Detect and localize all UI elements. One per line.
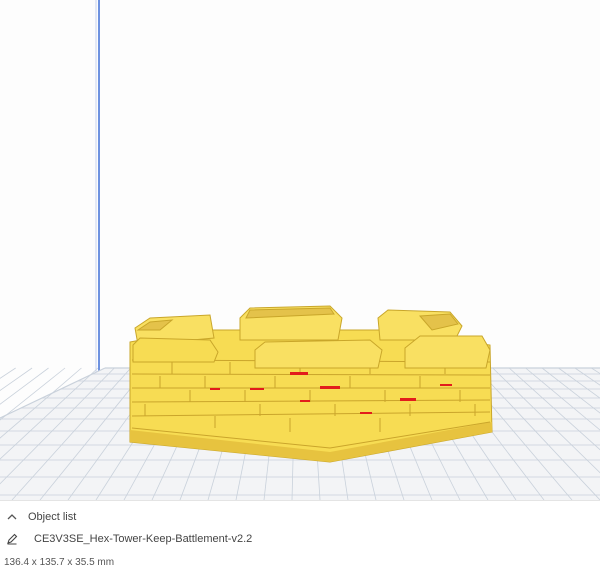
build-plate-scene xyxy=(0,0,600,500)
pencil-icon[interactable] xyxy=(6,533,18,545)
chevron-up-icon xyxy=(6,511,18,523)
3d-viewport[interactable] xyxy=(0,0,600,500)
object-list-panel: Object list CE3V3SE_Hex-Tower-Keep-Battl… xyxy=(0,500,600,574)
object-list-toggle[interactable]: Object list xyxy=(6,511,76,523)
object-name-row[interactable]: CE3V3SE_Hex-Tower-Keep-Battlement-v2.2 xyxy=(6,533,252,545)
hex-tower-battlement-model[interactable] xyxy=(130,306,492,462)
object-dimensions: 136.4 x 135.7 x 35.5 mm xyxy=(4,557,114,568)
object-list-label: Object list xyxy=(28,511,76,523)
object-name: CE3V3SE_Hex-Tower-Keep-Battlement-v2.2 xyxy=(34,533,252,545)
